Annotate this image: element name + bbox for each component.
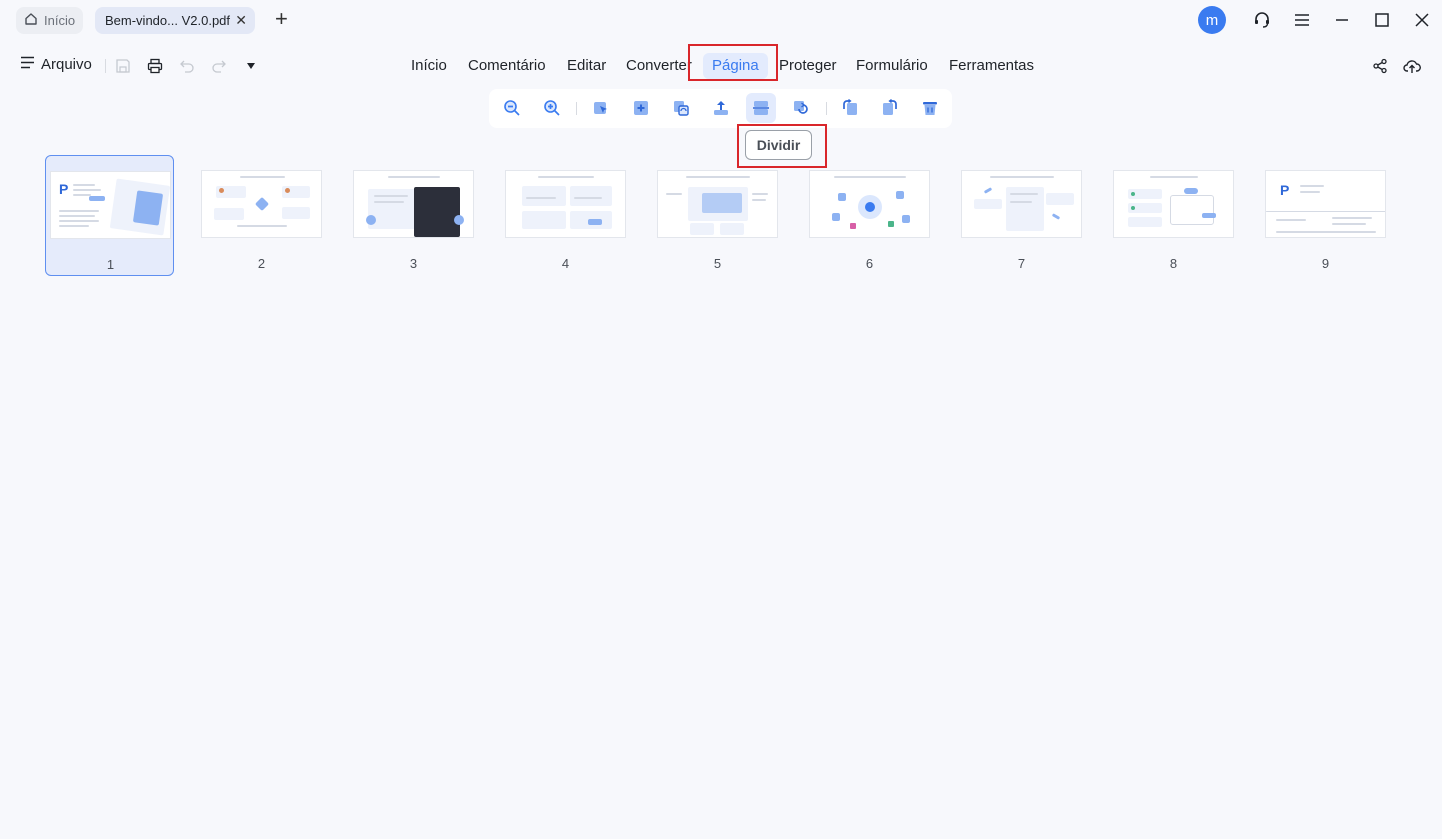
- rotate-left-icon[interactable]: [835, 93, 865, 123]
- page-preview-image: [961, 170, 1082, 238]
- new-tab-button[interactable]: +: [275, 8, 288, 30]
- menu-formulario[interactable]: Formulário: [856, 53, 928, 79]
- page-number: 9: [1321, 256, 1330, 271]
- menu-pagina[interactable]: Página: [703, 53, 768, 79]
- split-page-icon[interactable]: [746, 93, 776, 123]
- page-number: 4: [561, 256, 570, 271]
- insert-page-icon[interactable]: [626, 93, 656, 123]
- page-thumbnail-6[interactable]: 6: [805, 155, 934, 276]
- page-thumbnail-1[interactable]: P 1: [45, 155, 174, 276]
- page-preview-image: [657, 170, 778, 238]
- delete-page-icon[interactable]: [915, 93, 945, 123]
- page-thumbnail-3[interactable]: 3: [349, 155, 478, 276]
- page-number: 5: [713, 256, 722, 271]
- menu-comentario[interactable]: Comentário: [468, 53, 546, 79]
- page-thumbnail-9[interactable]: P 9: [1261, 155, 1390, 276]
- rotate-right-icon[interactable]: [875, 93, 905, 123]
- save-icon[interactable]: [114, 57, 132, 75]
- undo-icon[interactable]: [178, 57, 196, 75]
- redo-icon[interactable]: [210, 57, 228, 75]
- page-thumbnail-8[interactable]: 8: [1109, 155, 1238, 276]
- home-icon: [24, 12, 38, 29]
- page-preview-image: [353, 170, 474, 238]
- page-thumbnail-4[interactable]: 4: [501, 155, 630, 276]
- page-toolbar: [489, 89, 952, 128]
- file-menu-button[interactable]: Arquivo: [20, 56, 92, 73]
- menu-proteger[interactable]: Proteger: [779, 53, 837, 79]
- share-icon[interactable]: [1371, 57, 1389, 75]
- page-preview-image: [201, 170, 322, 238]
- page-number: 2: [257, 256, 266, 271]
- page-number: 8: [1169, 256, 1178, 271]
- page-number: 1: [106, 257, 115, 272]
- page-preview-image: [809, 170, 930, 238]
- quick-access-divider: [105, 59, 106, 73]
- cloud-upload-icon[interactable]: [1403, 57, 1421, 75]
- file-menu-label: Arquivo: [41, 56, 92, 73]
- menu-bar: Arquivo Início Comentário Editar Convert…: [0, 48, 1442, 84]
- page-preview-image: P: [50, 171, 171, 239]
- extract-page-icon[interactable]: [706, 93, 736, 123]
- toolbar-divider: [576, 102, 577, 115]
- support-headset-icon[interactable]: [1252, 10, 1272, 30]
- page-thumbnail-2[interactable]: 2: [197, 155, 326, 276]
- page-thumbnail-7[interactable]: 7: [957, 155, 1086, 276]
- toolbar-divider: [826, 102, 827, 115]
- hamburger-menu-icon[interactable]: [1292, 10, 1312, 30]
- page-number: 6: [865, 256, 874, 271]
- hamburger-icon: [20, 56, 35, 73]
- page-preview-image: P: [1265, 170, 1386, 238]
- dropdown-arrow-icon[interactable]: [242, 57, 260, 75]
- minimize-icon[interactable]: [1332, 10, 1352, 30]
- close-window-icon[interactable]: [1412, 10, 1432, 30]
- zoom-out-icon[interactable]: [497, 93, 527, 123]
- home-tab-label: Início: [44, 13, 76, 28]
- user-avatar[interactable]: m: [1198, 6, 1226, 34]
- document-tab-label: Bem-vindo... V2.0.pdf: [105, 13, 231, 28]
- document-tab[interactable]: Bem-vindo... V2.0.pdf ✕: [95, 7, 255, 34]
- page-thumbnails-grid: P 1 2 3 4 5 6 7 8 P 9: [0, 155, 1442, 280]
- rotate-swap-icon[interactable]: [786, 93, 816, 123]
- menu-editar[interactable]: Editar: [567, 53, 606, 79]
- zoom-in-icon[interactable]: [537, 93, 567, 123]
- page-number: 3: [409, 256, 418, 271]
- page-thumbnail-5[interactable]: 5: [653, 155, 782, 276]
- menu-converter[interactable]: Converter: [626, 53, 692, 79]
- select-pointer-icon[interactable]: [586, 93, 616, 123]
- menu-inicio[interactable]: Início: [411, 53, 447, 79]
- title-bar: Início Bem-vindo... V2.0.pdf ✕ + m: [0, 0, 1442, 40]
- menu-ferramentas[interactable]: Ferramentas: [949, 53, 1034, 79]
- page-preview-image: [505, 170, 626, 238]
- print-icon[interactable]: [146, 57, 164, 75]
- page-number: 7: [1017, 256, 1026, 271]
- close-tab-icon[interactable]: ✕: [235, 12, 247, 28]
- page-preview-image: [1113, 170, 1234, 238]
- home-tab[interactable]: Início: [16, 7, 83, 34]
- replace-page-icon[interactable]: [666, 93, 696, 123]
- maximize-icon[interactable]: [1372, 10, 1392, 30]
